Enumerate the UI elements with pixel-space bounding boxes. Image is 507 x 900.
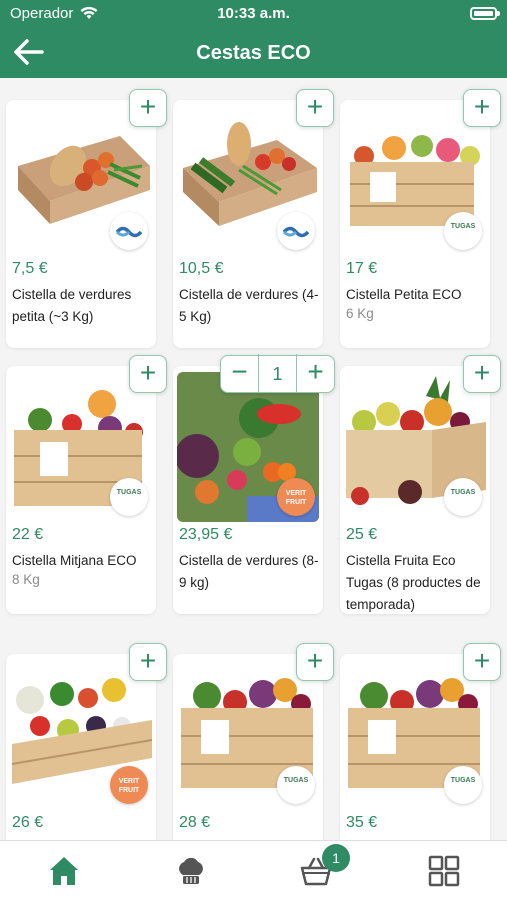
- add-to-cart-button[interactable]: +: [296, 89, 334, 127]
- logo-text: TUGAS: [450, 223, 476, 230]
- top-bar: Operador 10:33 a.m. Cestas ECO: [0, 0, 507, 78]
- tab-bar: 1: [0, 840, 507, 900]
- status-bar: Operador 10:33 a.m.: [0, 0, 507, 28]
- brand-logo: [110, 212, 148, 250]
- brand-logo: TUGAS: [444, 766, 482, 804]
- product-name: Cistella Petita ECO: [346, 287, 462, 302]
- add-to-cart-button[interactable]: +: [129, 643, 167, 681]
- decrement-button[interactable]: −: [221, 354, 259, 392]
- chef-hat-icon[interactable]: [173, 853, 209, 889]
- product-weight: 6 Kg: [346, 306, 374, 321]
- product-weight: 8 Kg: [12, 572, 40, 587]
- brand-logo: [277, 212, 315, 250]
- brand-logo: TUGAS: [444, 212, 482, 250]
- brand-logo: TUGAS: [444, 478, 482, 516]
- product-price: 7,5 €: [12, 260, 48, 277]
- product-name: Cistella de verdures (4-5 Kg): [179, 287, 319, 324]
- product-name: Cistella de verdures petita (~3 Kg): [12, 287, 132, 324]
- logo-text: TUGAS: [450, 777, 476, 784]
- product-price: 35 €: [346, 814, 378, 831]
- product-price: 17 €: [346, 260, 378, 277]
- clock: 10:33 a.m.: [217, 5, 290, 22]
- page-title: Cestas ECO: [196, 42, 311, 64]
- product-card[interactable]: TUGAS 17 € Cistella Petita ECO 6 Kg: [340, 100, 490, 348]
- product-name: Cistella Fruita Eco Tugas (8 productes d…: [346, 553, 481, 612]
- product-price: 22 €: [12, 526, 44, 543]
- quantity-stepper[interactable]: − 1 +: [220, 354, 335, 393]
- product-name: Cistella Mitjana ECO: [12, 553, 137, 568]
- cart-badge: 1: [322, 844, 350, 872]
- product-price: 26 €: [12, 814, 44, 831]
- product-price: 28 €: [179, 814, 211, 831]
- product-card[interactable]: TUGAS 28 €: [173, 654, 323, 840]
- logo-text: VERIT FRUIT: [118, 778, 140, 794]
- brand-logo: TUGAS: [110, 478, 148, 516]
- add-to-cart-button[interactable]: +: [463, 643, 501, 681]
- add-to-cart-button[interactable]: +: [463, 355, 501, 393]
- battery-icon: [470, 7, 500, 20]
- logo-text: TUGAS: [450, 489, 476, 496]
- product-card[interactable]: VERIT FRUIT 26 €: [6, 654, 156, 840]
- product-card[interactable]: 7,5 € Cistella de verdures petita (~3 Kg…: [6, 100, 156, 348]
- brand-logo: TUGAS: [277, 766, 315, 804]
- product-card[interactable]: TUGAS 35 €: [340, 654, 490, 840]
- product-name: Cistella de verdures (8-9 kg): [179, 553, 319, 590]
- quantity-value: 1: [272, 364, 283, 384]
- product-card[interactable]: TUGAS 25 € Cistella Fruita Eco Tugas (8 …: [340, 366, 490, 614]
- product-card[interactable]: TUGAS 22 € Cistella Mitjana ECO 8 Kg: [6, 366, 156, 614]
- add-to-cart-button[interactable]: +: [129, 89, 167, 127]
- home-icon[interactable]: [46, 853, 82, 889]
- logo-text: VERIT FRUIT: [285, 490, 307, 506]
- product-price: 23,95 €: [179, 526, 233, 543]
- product-card[interactable]: 10,5 € Cistella de verdures (4-5 Kg): [173, 100, 323, 348]
- logo-text: TUGAS: [283, 777, 309, 784]
- increment-button[interactable]: +: [296, 354, 334, 392]
- grid-icon[interactable]: [426, 853, 462, 889]
- product-price: 10,5 €: [179, 260, 224, 277]
- brand-logo: VERIT FRUIT: [110, 766, 148, 804]
- product-grid: 7,5 € Cistella de verdures petita (~3 Kg…: [0, 78, 507, 840]
- add-to-cart-button[interactable]: +: [463, 89, 501, 127]
- logo-text: TUGAS: [116, 489, 142, 496]
- brand-logo: VERIT FRUIT: [277, 478, 315, 516]
- product-price: 25 €: [346, 526, 378, 543]
- product-card[interactable]: VERIT FRUIT 23,95 € Cistella de verdures…: [173, 366, 323, 614]
- add-to-cart-button[interactable]: +: [296, 643, 334, 681]
- add-to-cart-button[interactable]: +: [129, 355, 167, 393]
